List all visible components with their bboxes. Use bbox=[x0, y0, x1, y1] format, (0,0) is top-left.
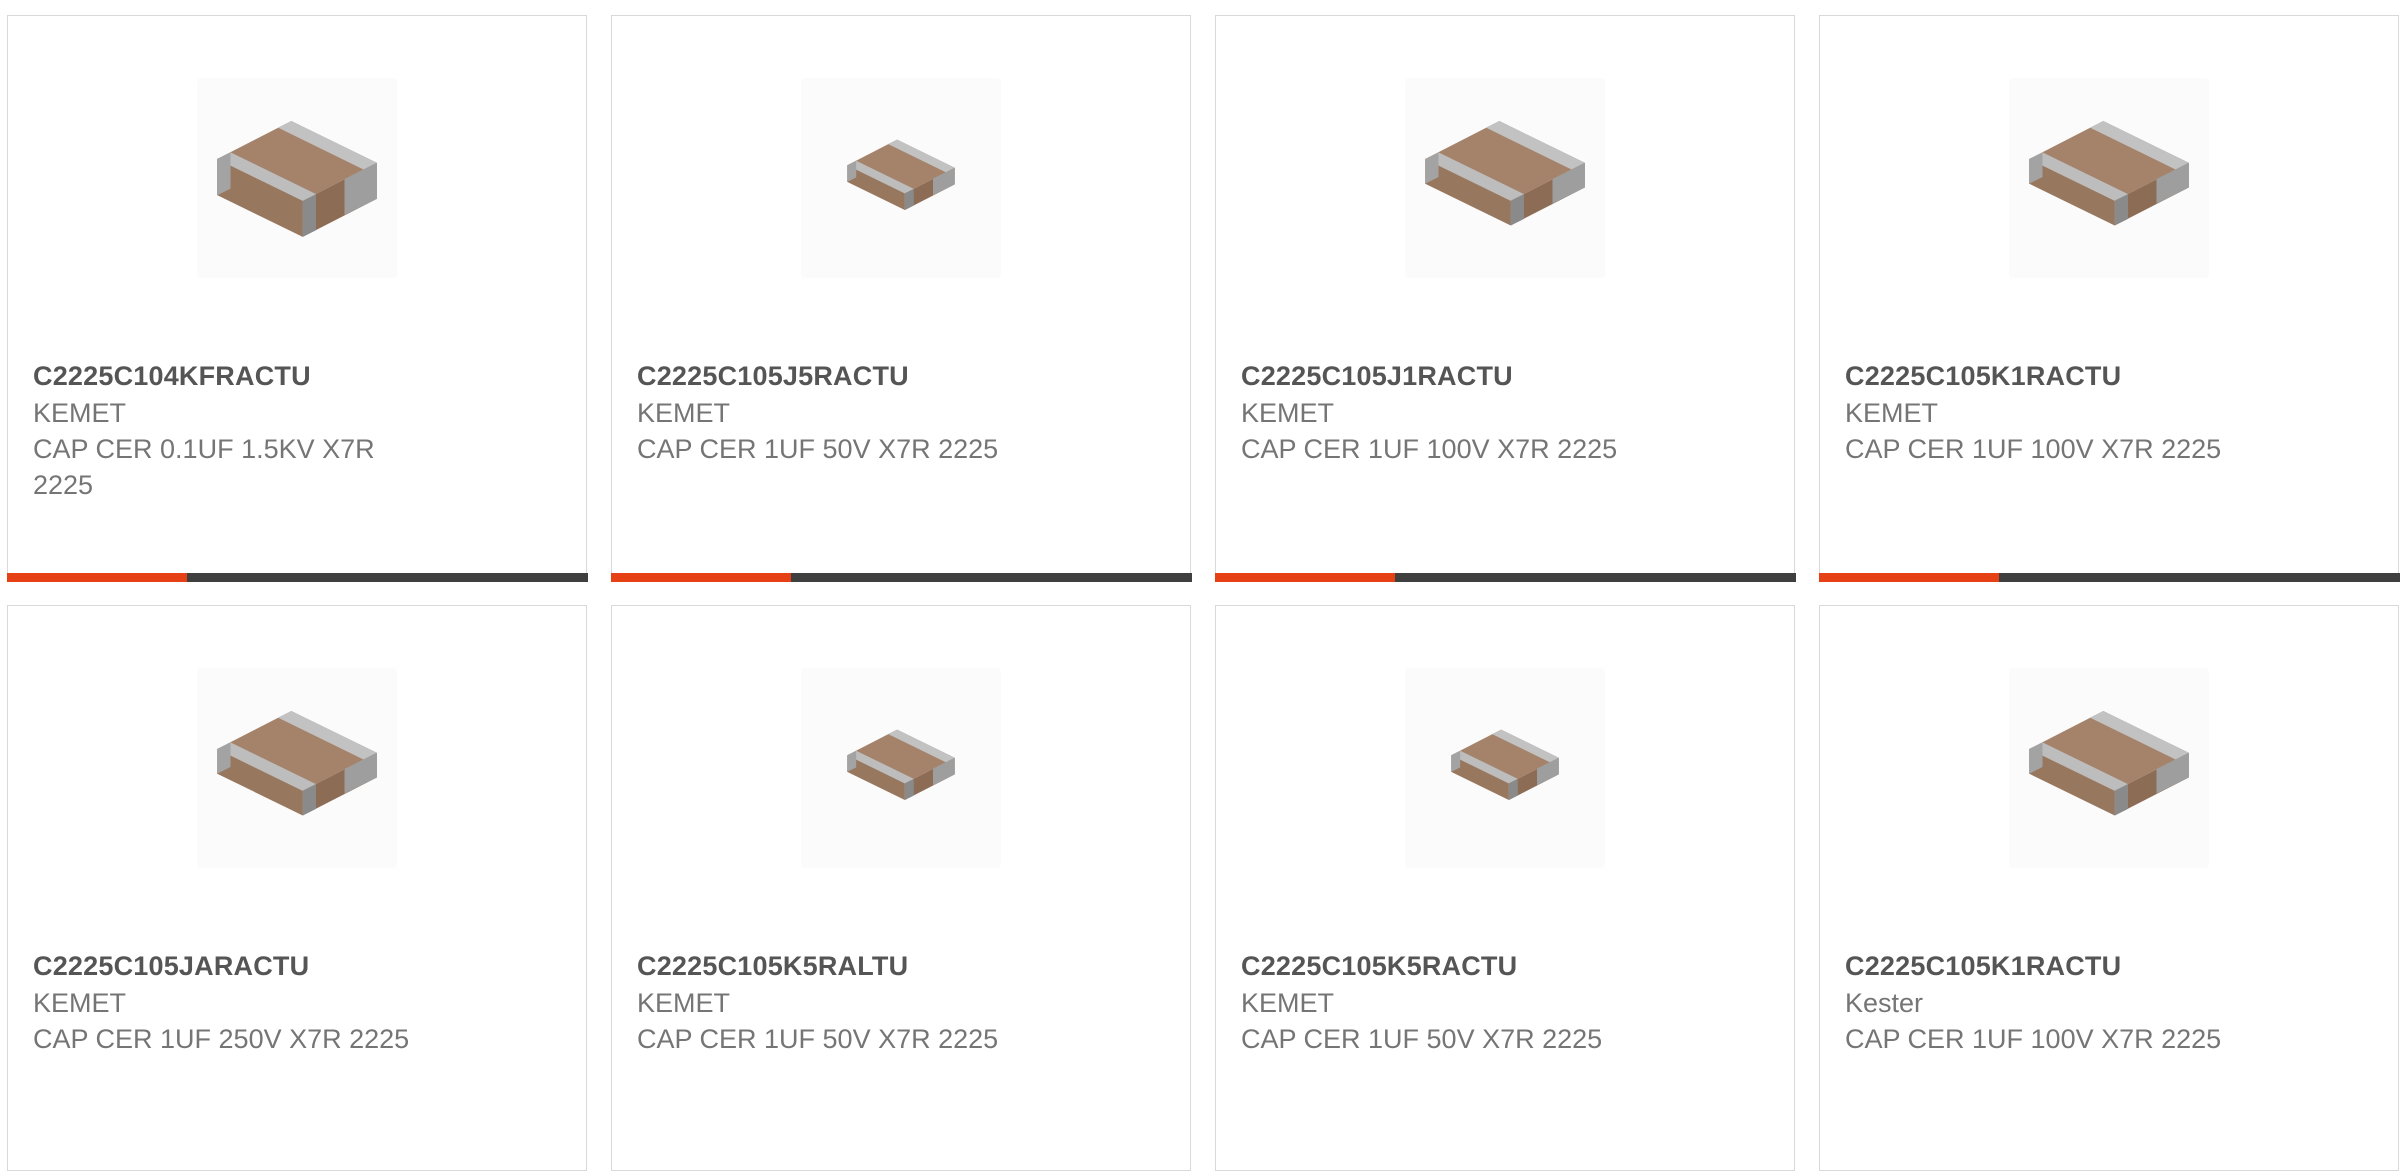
smd-ceramic-capacitor-icon bbox=[2029, 711, 2189, 816]
manufacturer: KEMET bbox=[637, 988, 731, 1018]
description: CAP CER 0.1UF 1.5KV X7R 2225 bbox=[33, 434, 375, 500]
progress-fill bbox=[610, 572, 791, 582]
product-card[interactable]: C2225C105J5RACTU KEMET CAP CER 1UF 50V X… bbox=[610, 15, 1192, 582]
smd-ceramic-capacitor-icon bbox=[847, 729, 955, 800]
part-number[interactable]: C2225C104KFRACTU bbox=[33, 358, 413, 395]
smd-ceramic-capacitor-icon bbox=[1425, 121, 1585, 226]
part-number[interactable]: C2225C105K5RALTU bbox=[637, 948, 1017, 985]
part-number[interactable]: C2225C105J5RACTU bbox=[637, 358, 1017, 395]
product-image[interactable] bbox=[2009, 78, 2209, 278]
smd-ceramic-capacitor-icon bbox=[2029, 121, 2189, 226]
progress-bar bbox=[1214, 572, 1796, 582]
manufacturer: KEMET bbox=[33, 398, 127, 428]
description: CAP CER 1UF 100V X7R 2225 bbox=[1241, 434, 1618, 464]
product-image[interactable] bbox=[801, 78, 1001, 278]
manufacturer: KEMET bbox=[1845, 398, 1939, 428]
description: CAP CER 1UF 50V X7R 2225 bbox=[1241, 1024, 1603, 1054]
progress-fill bbox=[1214, 572, 1395, 582]
product-card[interactable]: C2225C105K5RACTU KEMET CAP CER 1UF 50V X… bbox=[1215, 605, 1795, 1171]
product-info: C2225C105JARACTU KEMET CAP CER 1UF 250V … bbox=[33, 948, 413, 1057]
product-card[interactable]: C2225C105JARACTU KEMET CAP CER 1UF 250V … bbox=[7, 605, 587, 1171]
description: CAP CER 1UF 50V X7R 2225 bbox=[637, 1024, 999, 1054]
product-card[interactable]: C2225C105J1RACTU KEMET CAP CER 1UF 100V … bbox=[1214, 15, 1796, 582]
product-info: C2225C105J5RACTU KEMET CAP CER 1UF 50V X… bbox=[637, 358, 1017, 467]
description: CAP CER 1UF 100V X7R 2225 bbox=[1845, 1024, 2222, 1054]
description: CAP CER 1UF 50V X7R 2225 bbox=[637, 434, 999, 464]
progress-fill bbox=[1818, 572, 1999, 582]
product-image[interactable] bbox=[1405, 78, 1605, 278]
product-info: C2225C105K5RACTU KEMET CAP CER 1UF 50V X… bbox=[1241, 948, 1621, 1057]
product-info: C2225C105K1RACTU Kester CAP CER 1UF 100V… bbox=[1845, 948, 2225, 1057]
product-card[interactable]: C2225C104KFRACTU KEMET CAP CER 0.1UF 1.5… bbox=[6, 15, 588, 582]
product-image[interactable] bbox=[197, 668, 397, 868]
part-number[interactable]: C2225C105K1RACTU bbox=[1845, 948, 2225, 985]
product-grid: C2225C104KFRACTU KEMET CAP CER 0.1UF 1.5… bbox=[6, 15, 2400, 1171]
product-card[interactable]: C2225C105K1RACTU Kester CAP CER 1UF 100V… bbox=[1819, 605, 2399, 1171]
description: CAP CER 1UF 250V X7R 2225 bbox=[33, 1024, 410, 1054]
part-number[interactable]: C2225C105K5RACTU bbox=[1241, 948, 1621, 985]
progress-bar bbox=[6, 572, 588, 582]
progress-fill bbox=[6, 572, 187, 582]
description: CAP CER 1UF 100V X7R 2225 bbox=[1845, 434, 2222, 464]
manufacturer: KEMET bbox=[637, 398, 731, 428]
smd-ceramic-capacitor-icon bbox=[217, 711, 377, 816]
progress-bar bbox=[1818, 572, 2400, 582]
part-number[interactable]: C2225C105JARACTU bbox=[33, 948, 413, 985]
product-info: C2225C105J1RACTU KEMET CAP CER 1UF 100V … bbox=[1241, 358, 1621, 467]
product-card[interactable]: C2225C105K1RACTU KEMET CAP CER 1UF 100V … bbox=[1818, 15, 2400, 582]
product-image[interactable] bbox=[801, 668, 1001, 868]
manufacturer: KEMET bbox=[1241, 988, 1335, 1018]
product-card[interactable]: C2225C105K5RALTU KEMET CAP CER 1UF 50V X… bbox=[611, 605, 1191, 1171]
product-image[interactable] bbox=[2009, 668, 2209, 868]
part-number[interactable]: C2225C105J1RACTU bbox=[1241, 358, 1621, 395]
product-image[interactable] bbox=[1405, 668, 1605, 868]
part-number[interactable]: C2225C105K1RACTU bbox=[1845, 358, 2225, 395]
smd-ceramic-capacitor-icon bbox=[847, 139, 955, 210]
product-info: C2225C105K5RALTU KEMET CAP CER 1UF 50V X… bbox=[637, 948, 1017, 1057]
product-info: C2225C105K1RACTU KEMET CAP CER 1UF 100V … bbox=[1845, 358, 2225, 467]
progress-bar bbox=[610, 572, 1192, 582]
manufacturer: KEMET bbox=[1241, 398, 1335, 428]
manufacturer: Kester bbox=[1845, 988, 1924, 1018]
smd-ceramic-capacitor-icon bbox=[217, 121, 377, 237]
manufacturer: KEMET bbox=[33, 988, 127, 1018]
smd-ceramic-capacitor-icon bbox=[1451, 729, 1559, 800]
product-info: C2225C104KFRACTU KEMET CAP CER 0.1UF 1.5… bbox=[33, 358, 413, 503]
product-image[interactable] bbox=[197, 78, 397, 278]
